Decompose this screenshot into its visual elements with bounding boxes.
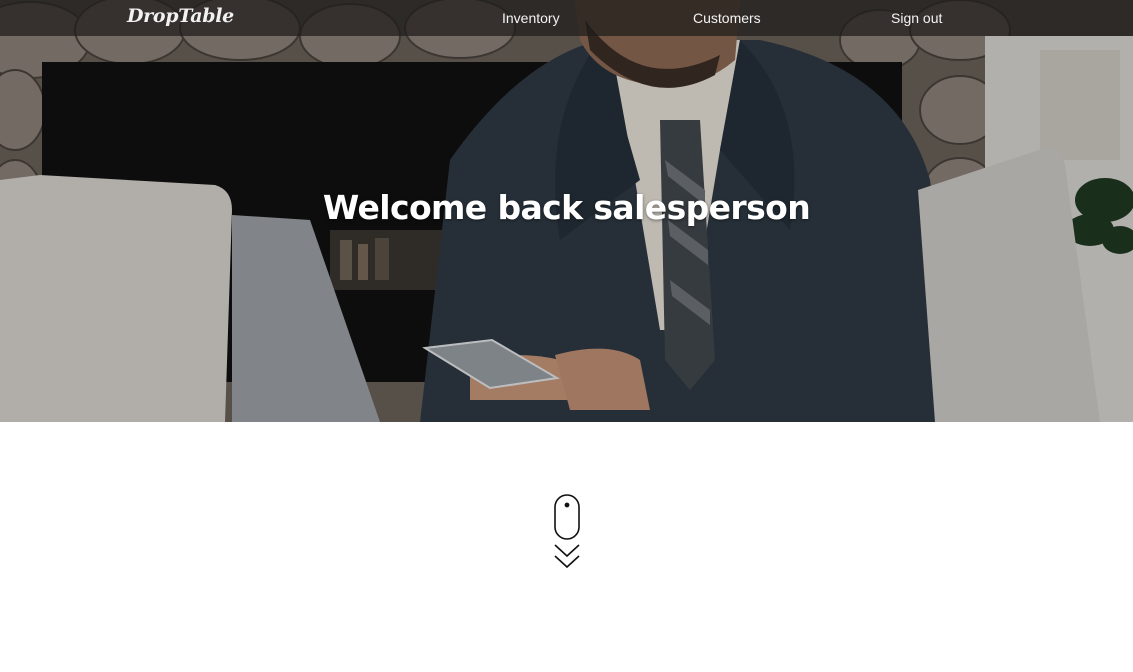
hero-banner: Welcome back salesperson <box>0 0 1133 422</box>
mouse-scroll-down-icon <box>554 494 580 569</box>
brand-logo[interactable]: DropTable <box>127 5 234 27</box>
nav-link-inventory[interactable]: Inventory <box>502 10 560 26</box>
nav-link-customers[interactable]: Customers <box>693 10 761 26</box>
hero-title: Welcome back salesperson <box>322 188 811 227</box>
scroll-down-button[interactable] <box>551 493 583 573</box>
nav-link-sign-out[interactable]: Sign out <box>891 10 942 26</box>
top-navbar: DropTable Inventory Customers Sign out <box>0 0 1133 36</box>
